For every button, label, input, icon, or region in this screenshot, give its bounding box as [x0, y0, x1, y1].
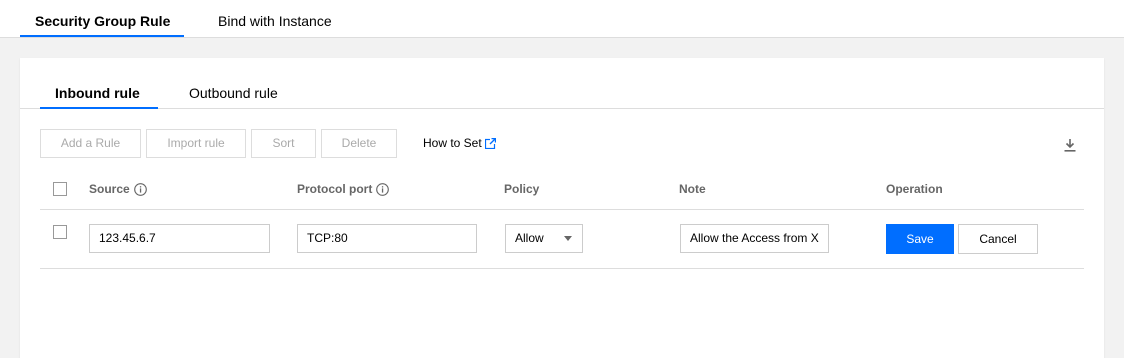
active-tab-indicator — [20, 35, 184, 37]
how-to-set-link[interactable]: How to Set — [423, 136, 496, 150]
import-rule-button[interactable]: Import rule — [146, 129, 246, 158]
tab-inbound-rule[interactable]: Inbound rule — [40, 58, 158, 109]
tab-label: Security Group Rule — [35, 13, 171, 29]
delete-button[interactable]: Delete — [321, 129, 397, 158]
external-link-icon — [484, 137, 496, 150]
download-icon[interactable] — [1063, 137, 1077, 153]
header-source-label: Source — [89, 182, 130, 196]
tab-security-group-rule[interactable]: Security Group Rule — [20, 0, 184, 37]
note-input[interactable]: Allow the Access from X — [680, 224, 829, 253]
info-icon[interactable] — [376, 183, 390, 196]
tab-bind-with-instance[interactable]: Bind with Instance — [218, 0, 332, 36]
how-to-set-label: How to Set — [423, 136, 482, 150]
sub-tab-bar: Inbound rule Outbound rule — [20, 58, 1104, 109]
header-protocol-port: Protocol port — [297, 182, 390, 196]
cancel-button[interactable]: Cancel — [958, 224, 1038, 254]
row-divider — [40, 268, 1084, 269]
header-note: Note — [679, 182, 706, 196]
tab-label: Inbound rule — [55, 85, 140, 101]
add-rule-button[interactable]: Add a Rule — [40, 129, 141, 158]
info-icon[interactable] — [133, 183, 147, 196]
chevron-down-icon — [564, 236, 572, 241]
save-button[interactable]: Save — [886, 224, 954, 254]
policy-select[interactable]: Allow — [505, 224, 583, 253]
source-input[interactable]: 123.45.6.7 — [89, 224, 270, 253]
rules-card: Inbound rule Outbound rule Add a Rule Im… — [20, 58, 1104, 358]
protocol-port-input[interactable]: TCP:80 — [297, 224, 477, 253]
sort-button[interactable]: Sort — [251, 129, 316, 158]
top-tab-bar: Security Group Rule Bind with Instance — [0, 0, 1124, 38]
header-policy: Policy — [504, 182, 540, 196]
header-protocol-port-label: Protocol port — [297, 182, 373, 196]
row-checkbox[interactable] — [53, 225, 67, 239]
policy-selected-value: Allow — [515, 231, 544, 245]
tab-outbound-rule[interactable]: Outbound rule — [189, 58, 278, 108]
header-divider — [40, 209, 1084, 210]
header-source: Source — [89, 182, 147, 196]
active-tab-indicator — [40, 107, 158, 109]
tab-label: Bind with Instance — [218, 13, 332, 29]
header-operation: Operation — [886, 182, 943, 196]
select-all-checkbox[interactable] — [53, 182, 67, 196]
tab-label: Outbound rule — [189, 85, 278, 101]
